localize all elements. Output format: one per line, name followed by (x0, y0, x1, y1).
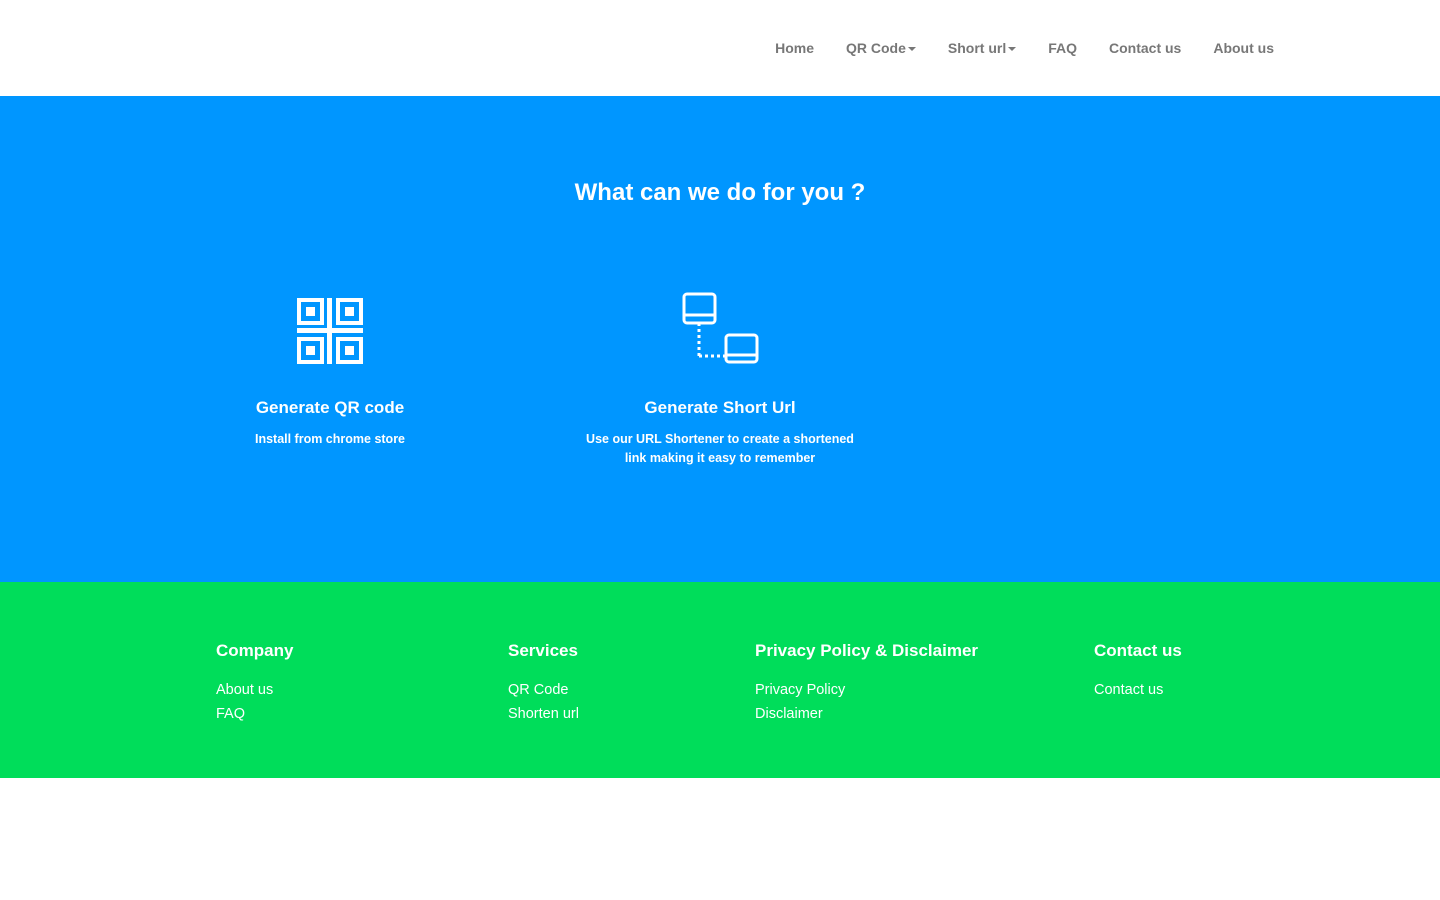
qr-code-icon (297, 298, 363, 364)
nav-short-url-label: Short url (947, 40, 1007, 56)
footer-heading: Privacy Policy & Disclaimer (755, 641, 979, 660)
site-header: Home QR Code Short url FAQ Contact us Ab… (0, 0, 1440, 96)
nav-faq[interactable]: FAQ (1048, 38, 1077, 58)
footer-link-contact-us[interactable]: Contact us (1094, 678, 1182, 702)
services-title: What can we do for you ? (574, 179, 866, 206)
footer-column-services: Services QR Code Shorten url (508, 640, 579, 726)
footer-link-privacy-policy[interactable]: Privacy Policy (755, 678, 978, 702)
service-card-qr: Generate QR code Install from chrome sto… (215, 292, 445, 449)
nav-contact-us[interactable]: Contact us (1109, 38, 1181, 58)
footer-link-faq[interactable]: FAQ (216, 702, 293, 726)
nav-about-us[interactable]: About us (1213, 38, 1274, 58)
nav-home[interactable]: Home (775, 38, 814, 58)
main-nav: Home QR Code Short url FAQ Contact us Ab… (775, 38, 1274, 58)
footer-link-shorten-url[interactable]: Shorten url (508, 702, 579, 726)
site-footer: Company About us FAQ Services QR Code Sh… (0, 582, 1440, 778)
service-card-title: Generate QR code (255, 398, 405, 417)
nav-short-url-dropdown[interactable]: Short url (947, 38, 1017, 58)
nav-qr-code-label: QR Code (845, 40, 906, 56)
service-card-title: Generate Short Url (644, 398, 796, 417)
footer-link-qr-code[interactable]: QR Code (508, 678, 579, 702)
nav-faq-label: FAQ (1048, 40, 1077, 56)
services-section: What can we do for you ? Generate QR cod… (0, 96, 1440, 582)
service-card-description: Install from chrome store (254, 432, 406, 446)
nav-about-us-label: About us (1213, 40, 1274, 56)
caret-down-icon (1008, 46, 1017, 51)
footer-column-company: Company About us FAQ (216, 640, 293, 726)
service-card-short-url: Generate Short Url Use our URL Shortener… (570, 292, 870, 468)
service-card-description: Use our URL Shortener to create a shorte… (586, 432, 854, 465)
caret-down-icon (907, 46, 916, 51)
footer-heading: Company (216, 641, 294, 660)
footer-link-about-us[interactable]: About us (216, 678, 293, 702)
nav-home-label: Home (775, 40, 814, 56)
link-devices-icon (682, 292, 759, 364)
nav-contact-us-label: Contact us (1109, 40, 1182, 56)
footer-column-contact: Contact us Contact us (1094, 640, 1182, 702)
nav-qr-code-dropdown[interactable]: QR Code (846, 38, 916, 58)
footer-link-disclaimer[interactable]: Disclaimer (755, 702, 978, 726)
footer-heading: Contact us (1094, 641, 1182, 660)
footer-column-privacy: Privacy Policy & Disclaimer Privacy Poli… (755, 640, 978, 726)
footer-heading: Services (508, 641, 578, 660)
